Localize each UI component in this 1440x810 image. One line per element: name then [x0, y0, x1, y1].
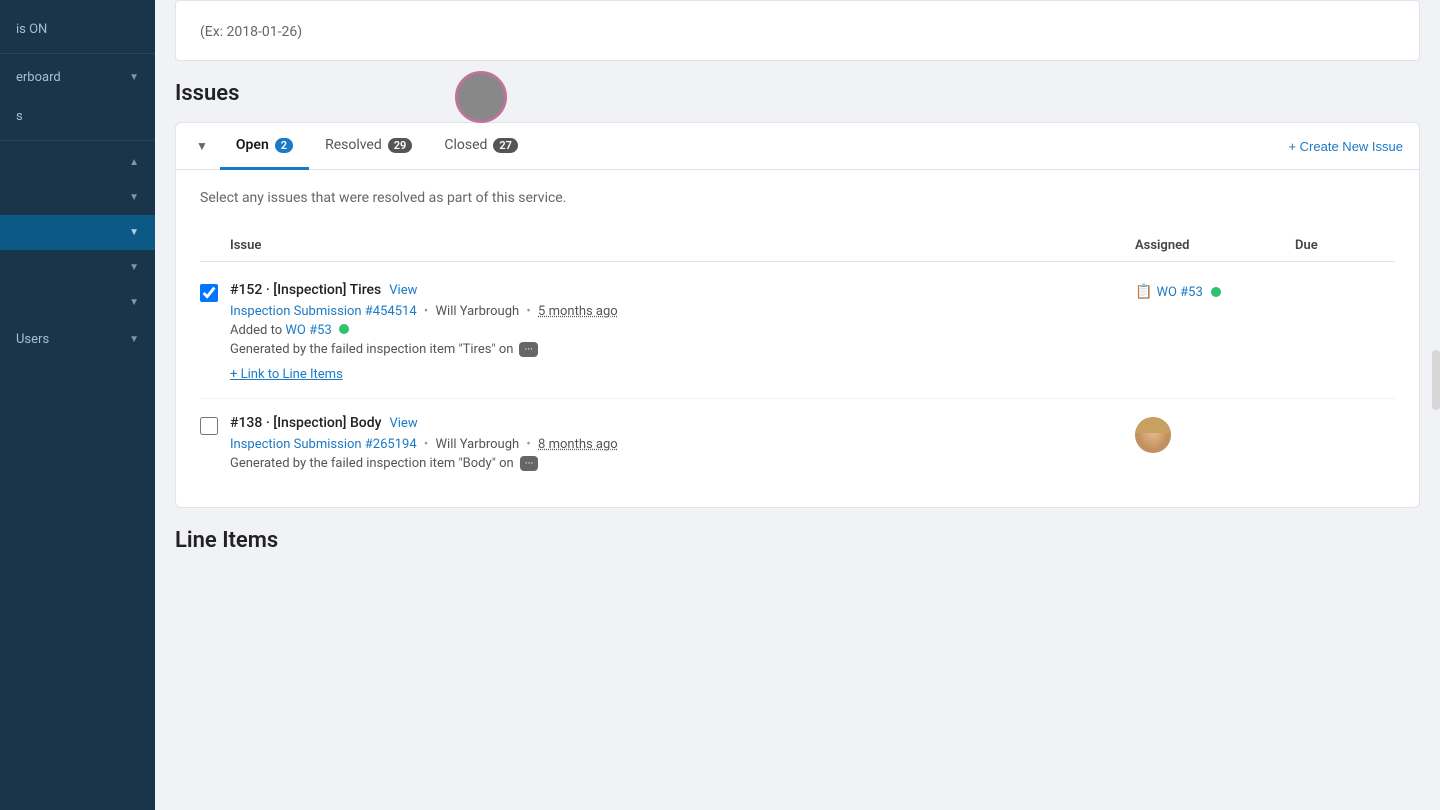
col-due-header: Due: [1295, 238, 1318, 253]
issue-1-number-title: #152 · [Inspection] Tires: [230, 282, 381, 298]
issue-1-title-row: #152 · [Inspection] Tires View: [230, 282, 1135, 298]
issues-helper-text: Select any issues that were resolved as …: [200, 190, 1395, 206]
sidebar-item-2-label: s: [16, 109, 23, 124]
tab-open-badge: 2: [275, 138, 293, 153]
issue-1-wo-assigned[interactable]: 📋 WO #53: [1135, 284, 1221, 300]
ellipsis-badge-2[interactable]: ···: [520, 456, 539, 471]
issue-2-generated: Generated by the failed inspection item …: [230, 456, 1135, 471]
issues-content: Select any issues that were resolved as …: [176, 170, 1419, 507]
issue-1-submission-link[interactable]: Inspection Submission #454514: [230, 304, 417, 319]
create-new-issue-button[interactable]: + Create New Issue: [1288, 139, 1403, 154]
table-row: #138 · [Inspection] Body View Inspection…: [200, 399, 1395, 487]
sidebar-divider-1: [0, 53, 155, 54]
avatar-bubble: [455, 71, 507, 123]
issue-2-generated-text: Generated by the failed inspection item …: [230, 456, 514, 471]
chevron-down-icon-6: ▼: [129, 334, 139, 345]
document-icon: 📋: [1135, 284, 1152, 300]
tab-closed-badge: 27: [493, 138, 518, 153]
issue-1-time-ago: 5 months ago: [538, 304, 618, 319]
sidebar-status-label: is ON: [16, 22, 47, 37]
issue-2-submission-link[interactable]: Inspection Submission #265194: [230, 437, 417, 452]
sidebar-item-2[interactable]: s: [0, 97, 155, 136]
avatar-inner: [1135, 417, 1171, 453]
line-items-title: Line Items: [175, 528, 1420, 553]
sidebar-item-3[interactable]: ▲: [0, 145, 155, 180]
issues-card: ▼ Open 2 Resolved 29 Closed 27 + Create …: [175, 122, 1420, 508]
ellipsis-badge-1[interactable]: ···: [519, 342, 538, 357]
issue-1-main: #152 · [Inspection] Tires View Inspectio…: [230, 282, 1135, 382]
sidebar-item-dashboard[interactable]: erboard ▼: [0, 58, 155, 97]
tab-open[interactable]: Open 2: [220, 123, 309, 170]
issue-1-view-link[interactable]: View: [389, 283, 417, 298]
sidebar-item-7[interactable]: ▼: [0, 285, 155, 320]
issue-1-added-to-label: Added to: [230, 323, 282, 338]
issue-2-time-ago: 8 months ago: [538, 437, 618, 452]
avatar-hair: [1135, 417, 1171, 433]
main-content: (Ex: 2018-01-26) Issues ▼ Open 2 Resolve…: [155, 0, 1440, 810]
issues-tabs-row: ▼ Open 2 Resolved 29 Closed 27 + Create …: [176, 123, 1419, 170]
link-to-line-items-button[interactable]: + Link to Line Items: [230, 367, 343, 382]
issues-title: Issues: [175, 81, 1420, 106]
tab-open-label: Open: [236, 137, 269, 153]
chevron-down-icon-5: ▼: [129, 297, 139, 308]
issue-2-meta: Inspection Submission #265194 • Will Yar…: [230, 437, 1135, 452]
sidebar-divider-2: [0, 140, 155, 141]
sidebar-item-4[interactable]: ▼: [0, 180, 155, 215]
tab-closed[interactable]: Closed 27: [428, 123, 534, 170]
issue-1-checkbox[interactable]: [200, 284, 218, 302]
scroll-handle[interactable]: [1432, 350, 1440, 410]
issue-1-generated: Generated by the failed inspection item …: [230, 342, 1135, 357]
sidebar-item-users[interactable]: Users ▼: [0, 320, 155, 359]
issue-2-number: #138: [230, 415, 262, 431]
issue-2-title: [Inspection] Body: [273, 415, 381, 431]
sidebar-status: is ON: [0, 10, 155, 49]
issue-2-view-link[interactable]: View: [389, 416, 417, 431]
issue-1-number: #152: [230, 282, 262, 298]
tab-dropdown-button[interactable]: ▼: [192, 125, 212, 167]
tab-closed-label: Closed: [444, 137, 487, 153]
issue-1-wo-assigned-link[interactable]: WO #53: [1156, 285, 1202, 300]
col-issue-header: Issue: [230, 238, 261, 253]
date-example-text: (Ex: 2018-01-26): [200, 24, 302, 40]
chevron-up-icon: ▲: [129, 157, 139, 168]
issue-1-wo-ref-link[interactable]: WO #53: [285, 323, 331, 338]
chevron-down-icon-3: ▼: [129, 227, 139, 238]
tab-resolved[interactable]: Resolved 29: [309, 123, 428, 170]
issue-1-submitter: Will Yarbrough: [436, 304, 520, 319]
status-dot-assigned-1: [1211, 287, 1221, 297]
issue-2-assigned: [1135, 415, 1295, 453]
issues-table-header: Issue Assigned Due: [200, 226, 1395, 262]
dot-separator-3: •: [424, 437, 432, 452]
col-assigned-header: Assigned: [1135, 238, 1189, 253]
table-row: #152 · [Inspection] Tires View Inspectio…: [200, 266, 1395, 399]
dot-separator-4: •: [526, 437, 534, 452]
tab-resolved-label: Resolved: [325, 137, 382, 153]
chevron-down-icon: ▼: [129, 72, 139, 83]
sidebar-item-6[interactable]: ▼: [0, 250, 155, 285]
issue-1-assigned: 📋 WO #53: [1135, 282, 1295, 300]
dot-separator-2: •: [526, 304, 534, 319]
top-section: (Ex: 2018-01-26): [175, 0, 1420, 61]
user-avatar-2: [1135, 417, 1171, 453]
sidebar-item-users-label: Users: [16, 332, 49, 347]
issue-2-number-title: #138 · [Inspection] Body: [230, 415, 381, 431]
chevron-down-icon-2: ▼: [129, 192, 139, 203]
issue-1-sub-meta: Added to WO #53: [230, 323, 1135, 338]
issue-2-title-row: #138 · [Inspection] Body View: [230, 415, 1135, 431]
issue-2-main: #138 · [Inspection] Body View Inspection…: [230, 415, 1135, 471]
issue-1-title: [Inspection] Tires: [273, 282, 381, 298]
line-items-section: Line Items: [175, 528, 1420, 553]
issue-1-generated-text: Generated by the failed inspection item …: [230, 342, 513, 357]
issues-section: Issues ▼ Open 2 Resolved 29 Closed: [175, 81, 1420, 508]
issue-2-checkbox[interactable]: [200, 417, 218, 435]
tab-resolved-badge: 29: [388, 138, 413, 153]
sidebar-item-dashboard-label: erboard: [16, 70, 61, 85]
issue-2-submitter: Will Yarbrough: [436, 437, 520, 452]
sidebar-item-5-active[interactable]: ▼: [0, 215, 155, 250]
sidebar: is ON erboard ▼ s ▲ ▼ ▼ ▼ ▼ Users ▼: [0, 0, 155, 810]
dot-separator-1: •: [424, 304, 432, 319]
status-dot-1: [339, 324, 349, 334]
chevron-down-icon-4: ▼: [129, 262, 139, 273]
issue-1-meta: Inspection Submission #454514 • Will Yar…: [230, 304, 1135, 319]
